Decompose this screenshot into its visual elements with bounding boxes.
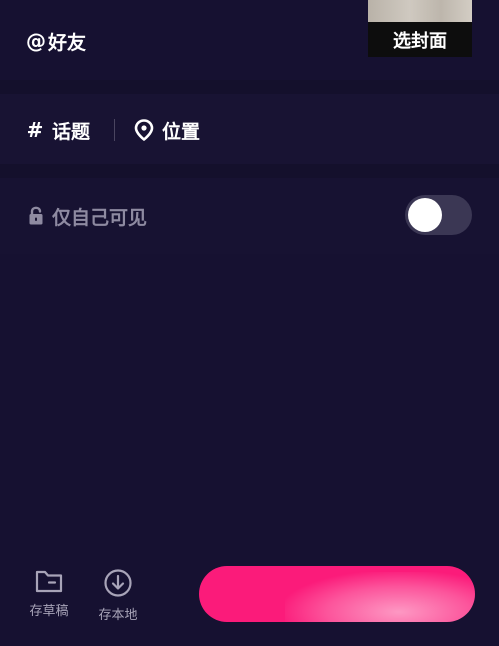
private-visibility-label: 仅自己可见 bbox=[52, 206, 148, 229]
cover-thumbnail bbox=[368, 0, 472, 22]
tags-row: # 话题 位置 bbox=[0, 94, 499, 164]
private-visibility-toggle[interactable] bbox=[405, 195, 472, 235]
topic-label: 话题 bbox=[52, 120, 91, 143]
folder-icon bbox=[34, 568, 64, 594]
location-pin-icon bbox=[134, 119, 154, 141]
friends-row: @ 好友 选封面 bbox=[0, 0, 499, 80]
publish-screen: @ 好友 选封面 # 话题 位置 仅自己可见 存草稿 存本地 bbox=[0, 0, 499, 646]
toggle-knob bbox=[408, 198, 442, 232]
hash-icon: # bbox=[26, 118, 44, 142]
tag-separator bbox=[114, 119, 115, 141]
section-divider bbox=[0, 80, 499, 94]
location-label: 位置 bbox=[162, 120, 201, 143]
location-button[interactable]: 位置 bbox=[134, 116, 200, 144]
download-icon bbox=[103, 568, 133, 598]
save-local-label: 存本地 bbox=[98, 608, 138, 623]
save-local-button[interactable]: 存本地 bbox=[88, 568, 148, 624]
save-draft-label: 存草稿 bbox=[29, 604, 69, 619]
friends-label: 好友 bbox=[48, 31, 87, 54]
select-cover-button[interactable]: 选封面 bbox=[368, 0, 472, 57]
topic-button[interactable]: # 话题 bbox=[26, 116, 90, 144]
privacy-row: 仅自己可见 bbox=[0, 178, 499, 254]
privacy-info: 仅自己可见 bbox=[28, 202, 147, 230]
publish-button[interactable] bbox=[199, 566, 475, 622]
save-draft-button[interactable]: 存草稿 bbox=[19, 568, 79, 624]
mention-friends-button[interactable]: @ 好友 bbox=[26, 26, 86, 56]
at-icon: @ bbox=[26, 29, 46, 53]
watermark-overlay bbox=[285, 572, 475, 622]
select-cover-label: 选封面 bbox=[368, 22, 472, 57]
section-divider bbox=[0, 164, 499, 178]
lock-icon bbox=[28, 206, 44, 226]
